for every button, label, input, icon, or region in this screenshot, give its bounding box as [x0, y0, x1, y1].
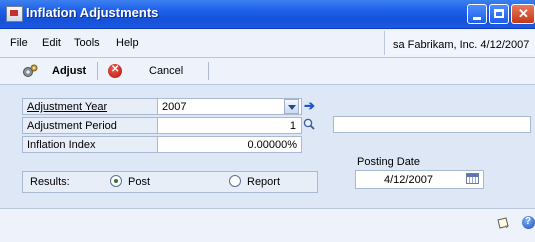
- user-info-text: sa Fabrikam, Inc. 4/12/2007: [393, 39, 530, 51]
- cancel-icon[interactable]: [108, 64, 122, 78]
- posting-date-field[interactable]: 4/12/2007: [355, 170, 484, 189]
- adjustment-period-label: Adjustment Period: [27, 120, 117, 132]
- status-bar: [0, 208, 535, 242]
- post-radio-label[interactable]: Post: [128, 176, 150, 188]
- menu-edit[interactable]: Edit: [42, 37, 61, 49]
- inflation-index-label-cell: Inflation Index: [22, 136, 157, 153]
- gears-icon[interactable]: [22, 64, 38, 78]
- inflation-index-field[interactable]: 0.00000%: [157, 136, 302, 153]
- help-icon[interactable]: [522, 216, 535, 229]
- posting-date-value: 4/12/2007: [384, 174, 433, 186]
- toolbar-separator: [208, 62, 209, 80]
- chevron-down-icon[interactable]: [284, 99, 299, 114]
- adjustment-year-field[interactable]: 2007: [157, 98, 302, 115]
- inflation-index-label: Inflation Index: [27, 139, 96, 151]
- user-company-date: sa Fabrikam, Inc. 4/12/2007: [384, 31, 535, 55]
- title-bar: Inflation Adjustments: [0, 0, 535, 29]
- period-description-field[interactable]: [333, 116, 531, 133]
- arrow-right-icon[interactable]: ➔: [304, 98, 315, 114]
- calendar-icon[interactable]: [466, 173, 479, 184]
- close-button[interactable]: [511, 4, 535, 24]
- minimize-button[interactable]: [467, 4, 487, 24]
- report-radio-label[interactable]: Report: [247, 176, 280, 188]
- cancel-button[interactable]: Cancel: [149, 65, 183, 77]
- adjustment-year-value: 2007: [162, 101, 187, 113]
- adjustment-period-label-cell: Adjustment Period: [22, 117, 157, 134]
- menu-tools[interactable]: Tools: [74, 37, 100, 49]
- adjustment-year-label-cell: Adjustment Year: [22, 98, 157, 115]
- toolbar-separator: [97, 62, 98, 80]
- inflation-adjustments-window: Inflation Adjustments File Edit Tools He…: [0, 0, 535, 242]
- window-title: Inflation Adjustments: [26, 5, 159, 20]
- adjustment-year-label: Adjustment Year: [27, 101, 108, 113]
- adjustment-period-value: 1: [289, 120, 296, 132]
- window-icon: [6, 6, 23, 22]
- menu-help[interactable]: Help: [116, 37, 139, 49]
- posting-date-label: Posting Date: [357, 156, 420, 168]
- adjust-button[interactable]: Adjust: [52, 65, 86, 77]
- note-icon[interactable]: [496, 217, 510, 229]
- menu-file[interactable]: File: [10, 37, 28, 49]
- report-radio[interactable]: [229, 175, 241, 187]
- post-radio[interactable]: [110, 175, 122, 187]
- adjustment-period-field[interactable]: 1: [157, 117, 302, 134]
- inflation-index-value: 0.00000%: [247, 139, 297, 151]
- magnifier-icon[interactable]: [303, 118, 315, 130]
- maximize-button[interactable]: [489, 4, 509, 24]
- results-label: Results:: [30, 176, 70, 188]
